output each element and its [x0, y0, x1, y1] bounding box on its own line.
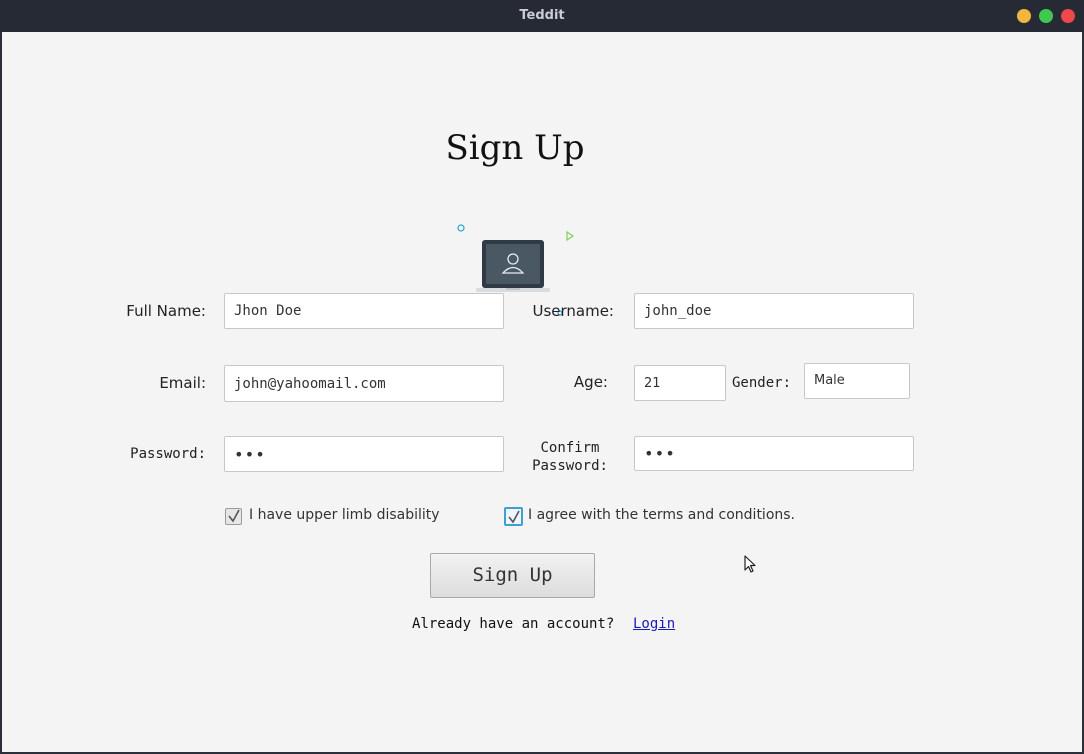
window-title: Teddit	[519, 8, 565, 23]
gender-label: Gender:	[732, 375, 792, 391]
terms-checkbox-label[interactable]: I agree with the terms and conditions.	[528, 507, 795, 523]
close-button[interactable]	[1061, 9, 1075, 23]
gender-select[interactable]: Male	[804, 363, 910, 399]
terms-checkbox[interactable]	[504, 507, 523, 526]
sign-up-button[interactable]: Sign Up	[430, 553, 595, 598]
maximize-button[interactable]	[1039, 9, 1053, 23]
email-field[interactable]	[224, 365, 504, 402]
login-link[interactable]: Login	[633, 616, 675, 632]
confirm-password-label-line2: Password:	[532, 458, 608, 474]
checkmark-icon	[228, 509, 240, 523]
page-title: Sign Up	[445, 128, 585, 168]
age-field[interactable]	[634, 365, 726, 401]
confirm-password-label: Confirm Password:	[530, 439, 610, 475]
account-prompt: Already have an account?	[412, 616, 615, 632]
age-label: Age:	[573, 373, 608, 391]
disability-checkbox[interactable]	[225, 508, 242, 525]
title-bar: Teddit	[0, 0, 1084, 32]
disability-checkbox-label[interactable]: I have upper limb disability	[249, 507, 440, 523]
confirm-password-field[interactable]	[634, 436, 914, 471]
full-name-label: Full Name:	[126, 302, 206, 320]
mouse-pointer-icon	[744, 555, 758, 579]
username-field[interactable]	[634, 293, 914, 329]
checkmark-icon	[508, 510, 520, 524]
username-label: Username:	[532, 302, 614, 320]
signup-window-content: Sign Up Full Name: Username: Email: Age:…	[2, 32, 1082, 752]
confirm-password-label-line1: Confirm	[540, 440, 600, 456]
email-label: Email:	[159, 374, 206, 392]
full-name-field[interactable]	[224, 293, 504, 329]
minimize-button[interactable]	[1017, 9, 1031, 23]
password-field[interactable]	[224, 436, 504, 472]
password-label: Password:	[130, 446, 206, 462]
